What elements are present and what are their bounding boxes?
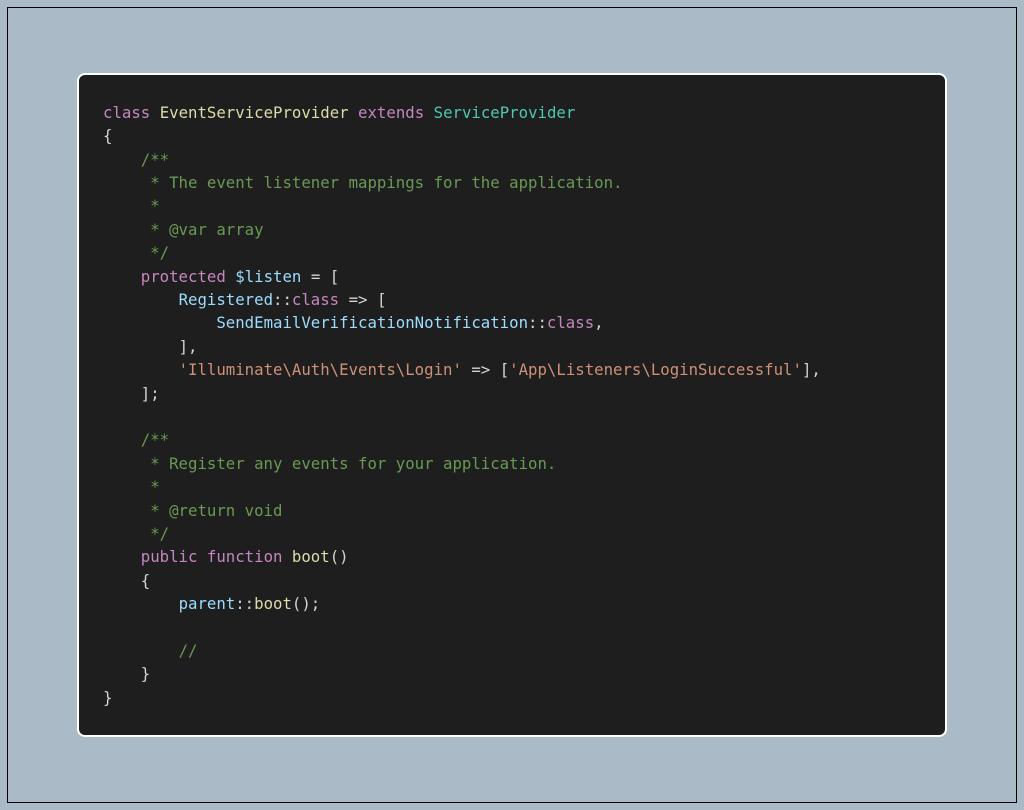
code-content: class EventServiceProvider extends Servi… (103, 101, 921, 709)
keyword-protected: protected (141, 267, 226, 286)
brace-open: { (103, 126, 112, 145)
class-ref: Registered (179, 290, 273, 309)
docblock-line: * @return void (141, 501, 283, 520)
op-arrow: => (471, 360, 490, 379)
parent-ref: parent (179, 594, 236, 613)
docblock-line: * Register any events for your applicati… (141, 454, 557, 473)
method-call-boot: boot (254, 594, 292, 613)
bracket-close: ] (802, 360, 811, 379)
comma: , (188, 337, 197, 356)
string-event: 'Illuminate\Auth\Events\Login' (179, 360, 462, 379)
keyword-function: function (207, 547, 283, 566)
scope-op: :: (528, 313, 547, 332)
method-boot: boot (292, 547, 330, 566)
docblock-line: */ (141, 243, 169, 262)
parent-class: ServiceProvider (434, 103, 576, 122)
class-ref: SendEmailVerificationNotification (216, 313, 528, 332)
docblock-line: * (141, 477, 160, 496)
bracket-open: [ (377, 290, 386, 309)
code-snippet-box: class EventServiceProvider extends Servi… (77, 73, 947, 737)
docblock-line: * @var array (141, 220, 264, 239)
keyword-public: public (141, 547, 198, 566)
docblock-line: * (141, 196, 160, 215)
comment-empty: // (179, 641, 198, 660)
op-arrow: => (349, 290, 368, 309)
comma: , (811, 360, 820, 379)
brace-open: { (141, 571, 150, 590)
docblock-line: * The event listener mappings for the ap… (141, 173, 623, 192)
op-equals: = (311, 267, 320, 286)
scope-op: :: (235, 594, 254, 613)
property-listen: $listen (235, 267, 301, 286)
page-frame: class EventServiceProvider extends Servi… (7, 7, 1017, 803)
keyword-classconst: class (547, 313, 594, 332)
bracket-close: ] (179, 337, 188, 356)
keyword-extends: extends (358, 103, 424, 122)
comma: , (594, 313, 603, 332)
keyword-classconst: class (292, 290, 339, 309)
docblock-line: /** (141, 150, 169, 169)
brace-close: } (103, 688, 112, 707)
bracket-open: [ (330, 267, 339, 286)
docblock-line: */ (141, 524, 169, 543)
classname: EventServiceProvider (160, 103, 349, 122)
scope-op: :: (273, 290, 292, 309)
brace-close: } (141, 664, 150, 683)
string-listener: 'App\Listeners\LoginSuccessful' (509, 360, 802, 379)
parens: () (330, 547, 349, 566)
docblock-line: /** (141, 430, 169, 449)
keyword-class: class (103, 103, 150, 122)
bracket-open: [ (500, 360, 509, 379)
bracket-close: ] (141, 384, 150, 403)
call-rest: (); (292, 594, 320, 613)
semicolon: ; (150, 384, 159, 403)
